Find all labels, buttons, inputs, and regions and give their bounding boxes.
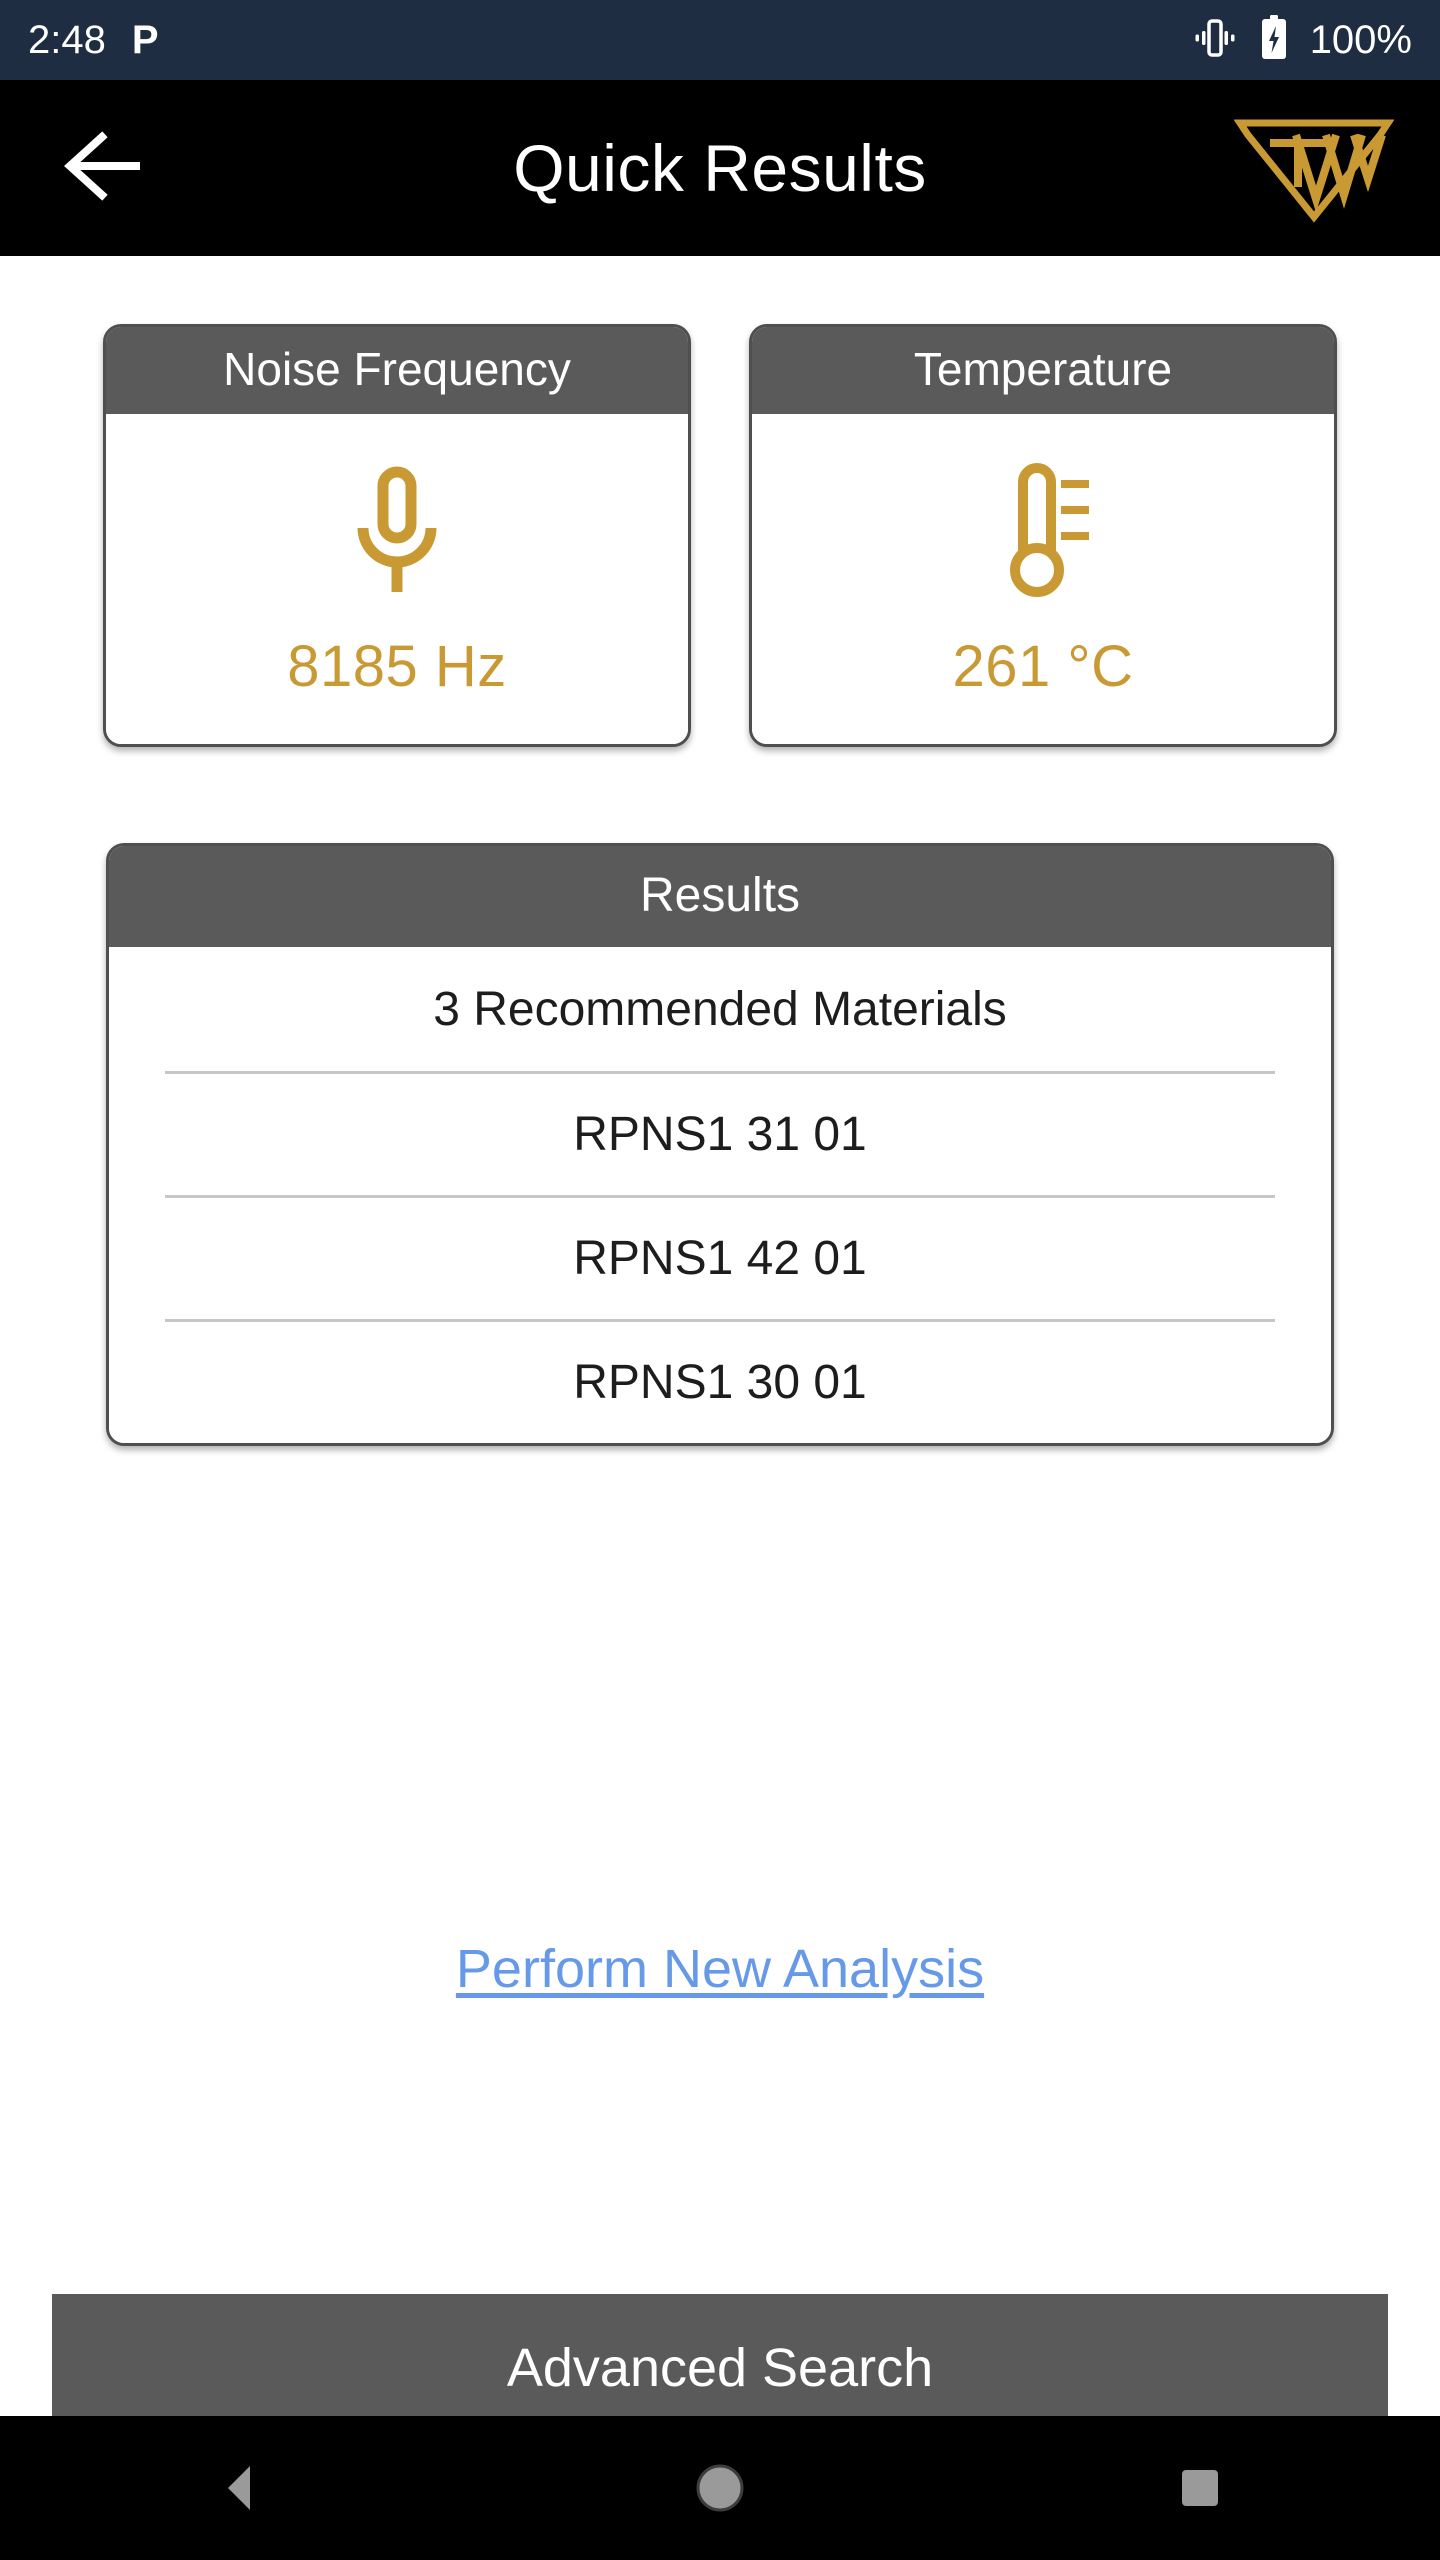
metric-card-value: 8185 Hz — [287, 634, 507, 700]
page-title: Quick Results — [513, 131, 927, 205]
metric-card-noise-frequency: Noise Frequency 8185 Hz — [103, 324, 691, 747]
app-bar: Quick Results — [0, 80, 1440, 256]
metric-card-body: 8185 Hz — [106, 413, 688, 744]
nav-home-icon[interactable] — [660, 2428, 780, 2548]
metric-card-title: Temperature — [752, 327, 1334, 414]
android-navigation-bar — [0, 2416, 1440, 2560]
metric-cards-row: Noise Frequency 8185 Hz Temperature 261 … — [0, 324, 1440, 747]
phone-screen: 2:48 P 100% Quick Results Noise Frequenc… — [0, 0, 1440, 2560]
results-card: Results 3 Recommended Materials RPNS1 31… — [106, 843, 1334, 1447]
nav-back-icon[interactable] — [180, 2428, 300, 2548]
perform-new-analysis-container: Perform New Analysis — [0, 1938, 1440, 2000]
list-item[interactable]: RPNS1 31 01 — [165, 1071, 1275, 1195]
status-bar-clock: 2:48 — [28, 18, 106, 62]
list-item[interactable]: RPNS1 30 01 — [165, 1319, 1275, 1443]
tw-monogram-logo — [1233, 113, 1395, 223]
status-bar-left: 2:48 P — [28, 20, 159, 60]
microphone-icon — [337, 457, 457, 607]
vibrate-icon — [1192, 17, 1238, 64]
thermometer-icon — [983, 457, 1103, 607]
nav-recents-icon[interactable] — [1140, 2428, 1260, 2548]
metric-card-temperature: Temperature 261 °C — [749, 324, 1337, 747]
metric-card-title: Noise Frequency — [106, 327, 688, 414]
results-summary: 3 Recommended Materials — [433, 982, 1007, 1036]
battery-percentage-label: 100% — [1309, 18, 1412, 62]
battery-charging-icon — [1260, 14, 1288, 66]
results-list: 3 Recommended Materials RPNS1 31 01 RPNS… — [109, 947, 1331, 1444]
perform-new-analysis-link[interactable]: Perform New Analysis — [456, 1939, 984, 1999]
list-item[interactable]: RPNS1 42 01 — [165, 1195, 1275, 1319]
main-content: Noise Frequency 8185 Hz Temperature 261 … — [0, 256, 1440, 2560]
app-notification-badge-icon: P — [131, 18, 159, 62]
status-bar-right: 100% — [1192, 14, 1412, 66]
metric-card-body: 261 °C — [752, 413, 1334, 744]
status-bar: 2:48 P 100% — [0, 0, 1440, 80]
metric-card-value: 261 °C — [952, 634, 1134, 700]
results-card-title: Results — [109, 846, 1331, 948]
